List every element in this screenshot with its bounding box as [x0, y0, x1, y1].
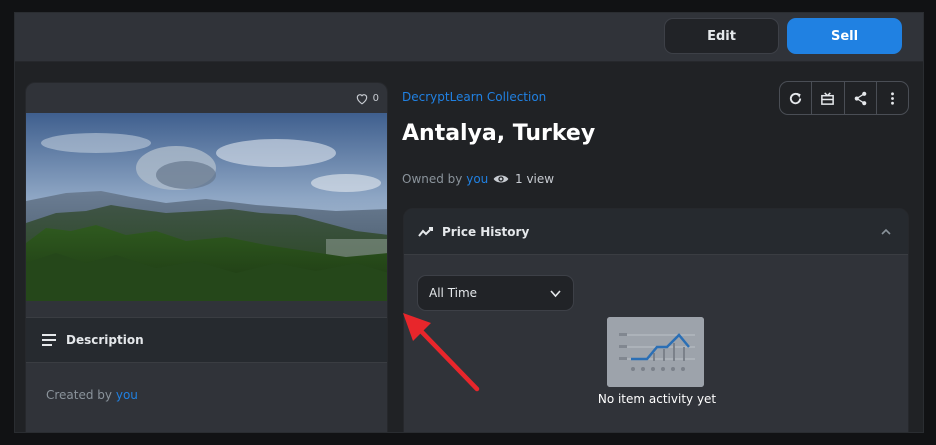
period-select[interactable]: All Time	[417, 275, 574, 311]
favorite-button[interactable]: 0	[355, 92, 379, 105]
list-icon	[42, 334, 56, 346]
favorite-count: 0	[372, 93, 379, 104]
created-by-text: Created by you	[46, 388, 138, 402]
nft-image[interactable]	[26, 113, 388, 301]
owned-by-text: Owned by you	[402, 172, 488, 186]
price-history-header[interactable]: Price History	[404, 209, 908, 255]
more-icon	[890, 91, 894, 105]
creator-link[interactable]: you	[116, 388, 138, 402]
empty-chart-illustration	[607, 317, 704, 387]
edit-button[interactable]: Edit	[664, 18, 779, 54]
chevron-down-icon	[550, 290, 561, 298]
top-action-bar: Edit Sell	[15, 13, 923, 62]
refresh-icon	[790, 92, 802, 104]
created-by-label: Created by	[46, 388, 113, 402]
description-title: Description	[66, 333, 144, 347]
period-value: All Time	[429, 286, 478, 300]
price-history-title: Price History	[442, 224, 530, 239]
item-page: Edit Sell 0 Description Created by you D…	[14, 12, 924, 433]
transfer-button[interactable]	[812, 82, 845, 114]
description-body: Created by you	[26, 363, 387, 432]
sell-button[interactable]: Sell	[787, 18, 902, 54]
more-button[interactable]	[877, 82, 908, 114]
refresh-button[interactable]	[780, 82, 813, 114]
empty-activity-text: No item activity yet	[597, 392, 717, 406]
views-label: 1 view	[515, 172, 555, 186]
chevron-up-icon	[881, 228, 891, 235]
transfer-icon	[821, 91, 835, 105]
item-media-card: 0 Description Created by you	[25, 82, 388, 432]
collection-link[interactable]: DecryptLearn Collection	[402, 90, 546, 104]
item-toolbar	[779, 81, 909, 115]
owner-link[interactable]: you	[466, 172, 488, 186]
share-icon	[854, 91, 866, 105]
owned-by-label: Owned by	[402, 172, 463, 186]
price-history-panel: Price History All Time No item activity …	[403, 208, 909, 432]
share-button[interactable]	[845, 82, 877, 114]
view-count: 1 view	[493, 172, 554, 186]
description-header[interactable]: Description	[26, 317, 387, 363]
eye-icon	[493, 175, 509, 183]
trend-icon	[418, 226, 433, 237]
item-title: Antalya, Turkey	[402, 121, 596, 146]
heart-icon	[356, 94, 367, 105]
